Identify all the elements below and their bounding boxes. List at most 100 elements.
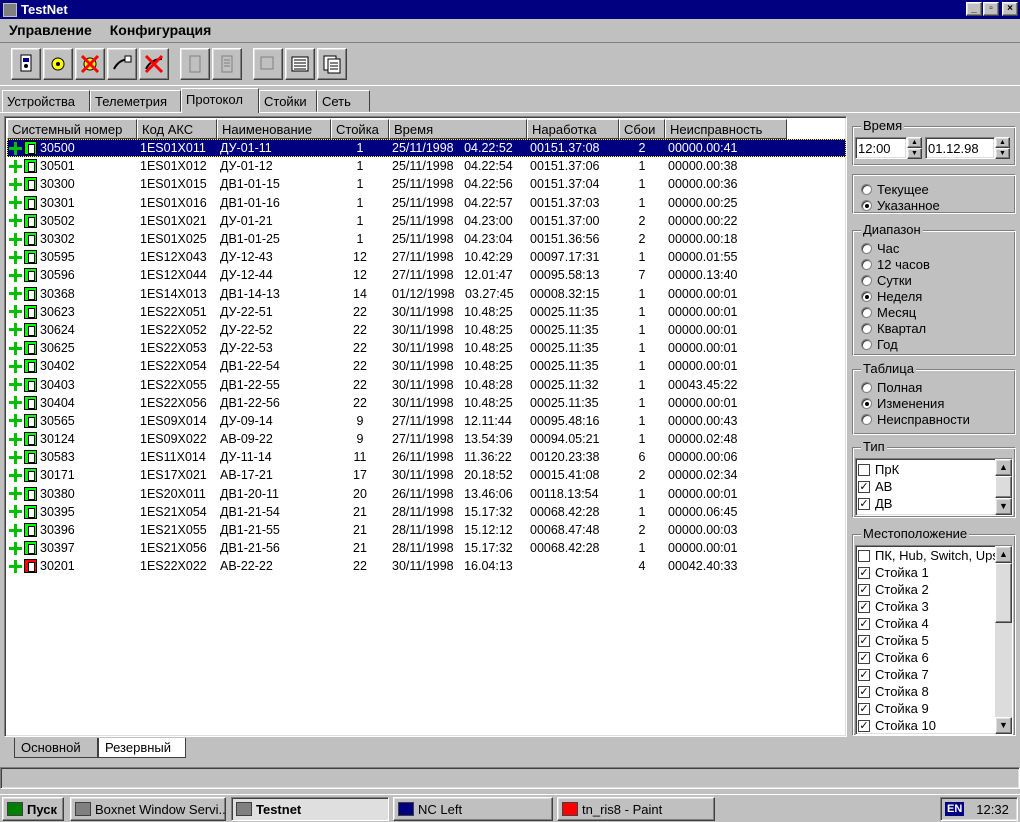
table-row[interactable]: 30301 1ES01X016 ДВ1-01-16 1 25/11/1998 04.22…: [7, 194, 846, 212]
radio-button[interactable]: [861, 242, 872, 254]
expand-icon[interactable]: [9, 359, 22, 373]
column-header[interactable]: Время: [389, 119, 527, 139]
location-scrollbar[interactable]: ▲ ▼: [995, 546, 1012, 734]
disabled-tool-2-button[interactable]: [212, 48, 242, 80]
expand-icon[interactable]: [9, 287, 22, 301]
range-option[interactable]: Месяц: [861, 304, 1015, 320]
tab-reserve[interactable]: Резервный: [98, 738, 186, 758]
checkbox[interactable]: ✓: [858, 583, 870, 596]
table-row[interactable]: 30124 1ES09X022 АВ-09-22 9 27/11/1998 13.54:…: [7, 430, 846, 448]
table-mode-option[interactable]: Неисправности: [861, 411, 1015, 427]
expand-icon[interactable]: [9, 268, 22, 282]
language-indicator[interactable]: EN: [945, 802, 965, 816]
location-list[interactable]: ПК, Hub, Switch, Ups ✓ Стойка 1 ✓ Стойка 2 ✓ С…: [855, 545, 1013, 735]
checkbox[interactable]: ✓: [858, 497, 870, 510]
range-option[interactable]: 12 часов: [861, 256, 1015, 272]
location-item[interactable]: ✓ Стойка 9: [856, 700, 1012, 717]
location-item[interactable]: ✓ Стойка 1: [856, 564, 1012, 581]
disable-button[interactable]: [75, 48, 105, 80]
column-header[interactable]: Системный номер: [7, 119, 137, 139]
config-button[interactable]: [43, 48, 73, 80]
table-mode-option[interactable]: Изменения: [861, 395, 1015, 411]
table-row[interactable]: 30395 1ES21X054 ДВ1-21-54 21 28/11/1998 15.1…: [7, 503, 846, 521]
tab-telemetry[interactable]: Телеметрия: [90, 90, 181, 112]
expand-icon[interactable]: [9, 523, 22, 537]
checkbox[interactable]: ✓: [858, 719, 870, 732]
table-row[interactable]: 30397 1ES21X056 ДВ1-21-56 21 28/11/1998 15.1…: [7, 539, 846, 557]
type-item[interactable]: ✓ АВ: [856, 478, 1012, 495]
close-button[interactable]: ×: [1002, 2, 1018, 16]
unlink-button[interactable]: [139, 48, 169, 80]
checkbox[interactable]: [858, 463, 870, 476]
type-item[interactable]: ✓ ДВ: [856, 495, 1012, 512]
expand-icon[interactable]: [9, 559, 22, 573]
radio-button[interactable]: [861, 290, 872, 302]
expand-icon[interactable]: [9, 450, 22, 464]
table-row[interactable]: 30500 1ES01X011 ДУ-01-11 1 25/11/1998 04.22:…: [7, 139, 846, 158]
checkbox[interactable]: ✓: [858, 617, 870, 630]
radio-button[interactable]: [861, 306, 872, 318]
location-item[interactable]: ✓ Стойка 3: [856, 598, 1012, 615]
radio-button[interactable]: [861, 199, 872, 211]
radio-button[interactable]: [861, 413, 872, 425]
spin-down-icon[interactable]: ▼: [907, 148, 922, 159]
expand-icon[interactable]: [9, 232, 22, 246]
column-header[interactable]: Код АКС: [137, 119, 217, 139]
table-row[interactable]: 30624 1ES22X052 ДУ-22-52 22 30/11/1998 10.48…: [7, 321, 846, 339]
radio-button[interactable]: [861, 397, 872, 409]
time-mode-option[interactable]: Указанное: [861, 197, 1015, 213]
table-row[interactable]: 30502 1ES01X021 ДУ-01-21 1 25/11/1998 04.23:…: [7, 212, 846, 230]
location-item[interactable]: ПК, Hub, Switch, Ups: [856, 547, 1012, 564]
connect-device-button[interactable]: [11, 48, 41, 80]
tab-racks[interactable]: Стойки: [259, 90, 317, 112]
expand-icon[interactable]: [9, 505, 22, 519]
expand-icon[interactable]: [9, 177, 22, 191]
scroll-thumb[interactable]: [995, 563, 1012, 623]
spin-up-icon[interactable]: ▲: [907, 137, 922, 148]
time-input[interactable]: 12:00: [855, 137, 907, 159]
checkbox[interactable]: ✓: [858, 566, 870, 579]
protocol-table[interactable]: Системный номер Код АКС Наименование Сто…: [4, 116, 847, 737]
menu-configuration[interactable]: Конфигурация: [101, 22, 221, 38]
scroll-up-icon[interactable]: ▲: [995, 546, 1012, 563]
minimize-button[interactable]: _: [966, 2, 982, 16]
column-header[interactable]: Наработка: [527, 119, 619, 139]
date-input[interactable]: 01.12.98: [925, 137, 995, 159]
view-list-button[interactable]: [285, 48, 315, 80]
table-row[interactable]: 30300 1ES01X015 ДВ1-01-15 1 25/11/1998 04.22…: [7, 175, 846, 193]
radio-button[interactable]: [861, 322, 872, 334]
type-scrollbar[interactable]: ▲ ▼: [995, 459, 1012, 515]
location-item[interactable]: ✓ Стойка 5: [856, 632, 1012, 649]
table-row[interactable]: 30201 1ES22X022 АВ-22-22 22 30/11/1998 16.04…: [7, 557, 846, 575]
expand-icon[interactable]: [9, 432, 22, 446]
checkbox[interactable]: [858, 549, 870, 562]
location-item[interactable]: ✓ Стойка 10: [856, 717, 1012, 734]
expand-icon[interactable]: [9, 378, 22, 392]
column-header[interactable]: Сбои: [619, 119, 665, 139]
expand-icon[interactable]: [9, 159, 22, 173]
tab-main[interactable]: Основной: [14, 738, 98, 758]
column-header[interactable]: Стойка: [331, 119, 389, 139]
spin-up-icon[interactable]: ▲: [995, 137, 1010, 148]
checkbox[interactable]: ✓: [858, 702, 870, 715]
link-button[interactable]: [107, 48, 137, 80]
task-paint[interactable]: tn_ris8 - Paint: [557, 797, 715, 821]
type-item[interactable]: ПрК: [856, 461, 1012, 478]
table-mode-option[interactable]: Полная: [861, 379, 1015, 395]
column-header[interactable]: Наименование: [217, 119, 331, 139]
expand-icon[interactable]: [9, 250, 22, 264]
table-row[interactable]: 30171 1ES17X021 АВ-17-21 17 30/11/1998 20.18…: [7, 466, 846, 484]
checkbox[interactable]: ✓: [858, 480, 870, 493]
expand-icon[interactable]: [9, 341, 22, 355]
view-1-button[interactable]: [253, 48, 283, 80]
table-row[interactable]: 30583 1ES11X014 ДУ-11-14 11 26/11/1998 11.36…: [7, 448, 846, 466]
expand-icon[interactable]: [9, 487, 22, 501]
radio-button[interactable]: [861, 381, 872, 393]
tab-devices[interactable]: Устройства: [2, 90, 90, 112]
range-option[interactable]: Час: [861, 240, 1015, 256]
location-item[interactable]: ✓ Стойка 8: [856, 683, 1012, 700]
range-option[interactable]: Год: [861, 336, 1015, 352]
table-row[interactable]: 30623 1ES22X051 ДУ-22-51 22 30/11/1998 10.48…: [7, 303, 846, 321]
range-option[interactable]: Сутки: [861, 272, 1015, 288]
start-button[interactable]: Пуск: [2, 797, 64, 821]
